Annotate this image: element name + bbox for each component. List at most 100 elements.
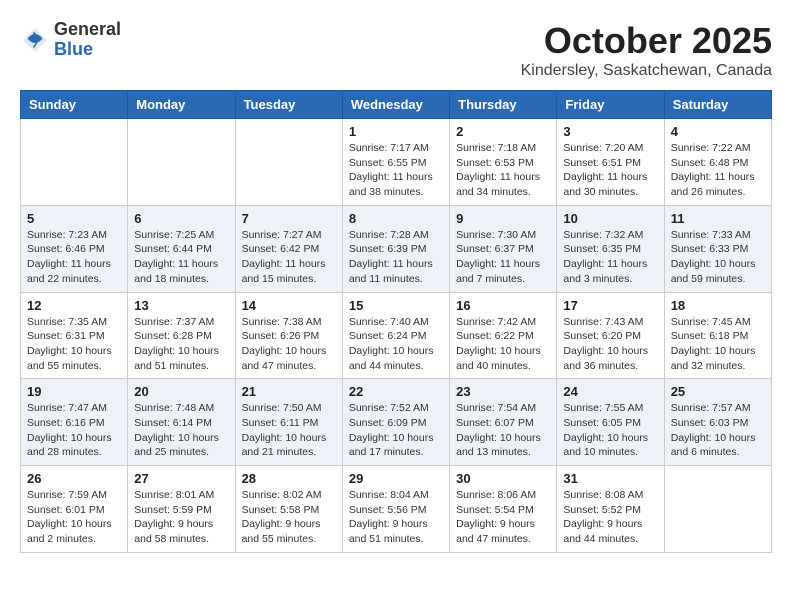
- day-info: Sunrise: 7:17 AM Sunset: 6:55 PM Dayligh…: [349, 141, 443, 200]
- logo-blue: Blue: [54, 40, 121, 60]
- day-number: 12: [27, 298, 121, 313]
- calendar-cell: [21, 119, 128, 206]
- day-info: Sunrise: 7:37 AM Sunset: 6:28 PM Dayligh…: [134, 315, 228, 374]
- calendar-cell: 23Sunrise: 7:54 AM Sunset: 6:07 PM Dayli…: [450, 379, 557, 466]
- day-number: 27: [134, 471, 228, 486]
- calendar-cell: 13 Sunrise: 7:37 AM Sunset: 6:28 PM Dayli…: [128, 292, 235, 379]
- day-number: 7: [242, 211, 336, 226]
- day-info: Sunrise: 7:27 AM Sunset: 6:42 PM Dayligh…: [242, 228, 336, 287]
- day-number: 20: [134, 384, 228, 399]
- calendar-cell: 18Sunrise: 7:45 AM Sunset: 6:18 PM Dayli…: [664, 292, 771, 379]
- calendar-table: SundayMondayTuesdayWednesdayThursdayFrid…: [20, 90, 772, 553]
- day-info: Sunrise: 7:43 AM Sunset: 6:20 PM Dayligh…: [563, 315, 657, 374]
- day-number: 3: [563, 124, 657, 139]
- calendar-cell: 21Sunrise: 7:50 AM Sunset: 6:11 PM Dayli…: [235, 379, 342, 466]
- calendar-cell: 26 Sunrise: 7:59 AM Sunset: 6:01 PM Dayli…: [21, 466, 128, 553]
- weekday-header: Friday: [557, 91, 664, 119]
- calendar-cell: 4Sunrise: 7:22 AM Sunset: 6:48 PM Daylig…: [664, 119, 771, 206]
- calendar-location: Kindersley, Saskatchewan, Canada: [521, 62, 772, 80]
- calendar-cell: 17 Sunrise: 7:43 AM Sunset: 6:20 PM Dayli…: [557, 292, 664, 379]
- logo-icon: [20, 25, 50, 55]
- day-number: 9: [456, 211, 550, 226]
- day-number: 16: [456, 298, 550, 313]
- calendar-cell: [664, 466, 771, 553]
- day-info: Sunrise: 8:04 AM Sunset: 5:56 PM Dayligh…: [349, 488, 443, 547]
- day-info: Sunrise: 7:33 AM Sunset: 6:33 PM Dayligh…: [671, 228, 765, 287]
- calendar-cell: 3 Sunrise: 7:20 AM Sunset: 6:51 PM Daylig…: [557, 119, 664, 206]
- day-number: 29: [349, 471, 443, 486]
- day-info: Sunrise: 8:08 AM Sunset: 5:52 PM Dayligh…: [563, 488, 657, 547]
- day-number: 14: [242, 298, 336, 313]
- day-number: 21: [242, 384, 336, 399]
- day-number: 17: [563, 298, 657, 313]
- day-number: 13: [134, 298, 228, 313]
- calendar-cell: 14 Sunrise: 7:38 AM Sunset: 6:26 PM Dayli…: [235, 292, 342, 379]
- day-info: Sunrise: 8:06 AM Sunset: 5:54 PM Dayligh…: [456, 488, 550, 547]
- day-number: 4: [671, 124, 765, 139]
- day-info: Sunrise: 7:20 AM Sunset: 6:51 PM Dayligh…: [563, 141, 657, 200]
- weekday-header: Monday: [128, 91, 235, 119]
- calendar-cell: 20 Sunrise: 7:48 AM Sunset: 6:14 PM Dayli…: [128, 379, 235, 466]
- calendar-week-row: 19 Sunrise: 7:47 AM Sunset: 6:16 PM Dayli…: [21, 379, 772, 466]
- day-number: 28: [242, 471, 336, 486]
- day-info: Sunrise: 7:47 AM Sunset: 6:16 PM Dayligh…: [27, 401, 121, 460]
- calendar-cell: 30 Sunrise: 8:06 AM Sunset: 5:54 PM Dayli…: [450, 466, 557, 553]
- calendar-cell: [235, 119, 342, 206]
- day-info: Sunrise: 7:18 AM Sunset: 6:53 PM Dayligh…: [456, 141, 550, 200]
- day-number: 24: [563, 384, 657, 399]
- calendar-cell: 2 Sunrise: 7:18 AM Sunset: 6:53 PM Daylig…: [450, 119, 557, 206]
- day-number: 26: [27, 471, 121, 486]
- day-number: 8: [349, 211, 443, 226]
- calendar-week-row: 26 Sunrise: 7:59 AM Sunset: 6:01 PM Dayli…: [21, 466, 772, 553]
- calendar-cell: 1 Sunrise: 7:17 AM Sunset: 6:55 PM Daylig…: [342, 119, 449, 206]
- calendar-cell: 31 Sunrise: 8:08 AM Sunset: 5:52 PM Dayli…: [557, 466, 664, 553]
- calendar-cell: 10Sunrise: 7:32 AM Sunset: 6:35 PM Dayli…: [557, 205, 664, 292]
- day-info: Sunrise: 7:25 AM Sunset: 6:44 PM Dayligh…: [134, 228, 228, 287]
- day-number: 5: [27, 211, 121, 226]
- day-info: Sunrise: 7:30 AM Sunset: 6:37 PM Dayligh…: [456, 228, 550, 287]
- day-info: Sunrise: 7:59 AM Sunset: 6:01 PM Dayligh…: [27, 488, 121, 547]
- day-info: Sunrise: 7:48 AM Sunset: 6:14 PM Dayligh…: [134, 401, 228, 460]
- calendar-cell: 16Sunrise: 7:42 AM Sunset: 6:22 PM Dayli…: [450, 292, 557, 379]
- calendar-header-row: SundayMondayTuesdayWednesdayThursdayFrid…: [21, 91, 772, 119]
- day-number: 23: [456, 384, 550, 399]
- day-info: Sunrise: 7:57 AM Sunset: 6:03 PM Dayligh…: [671, 401, 765, 460]
- calendar-cell: [128, 119, 235, 206]
- day-info: Sunrise: 7:32 AM Sunset: 6:35 PM Dayligh…: [563, 228, 657, 287]
- calendar-cell: 19 Sunrise: 7:47 AM Sunset: 6:16 PM Dayli…: [21, 379, 128, 466]
- calendar-cell: 6Sunrise: 7:25 AM Sunset: 6:44 PM Daylig…: [128, 205, 235, 292]
- calendar-week-row: 12 Sunrise: 7:35 AM Sunset: 6:31 PM Dayli…: [21, 292, 772, 379]
- calendar-cell: 28 Sunrise: 8:02 AM Sunset: 5:58 PM Dayli…: [235, 466, 342, 553]
- title-block: October 2025 Kindersley, Saskatchewan, C…: [521, 20, 772, 80]
- day-info: Sunrise: 7:38 AM Sunset: 6:26 PM Dayligh…: [242, 315, 336, 374]
- weekday-header: Saturday: [664, 91, 771, 119]
- calendar-week-row: 1 Sunrise: 7:17 AM Sunset: 6:55 PM Daylig…: [21, 119, 772, 206]
- day-info: Sunrise: 7:55 AM Sunset: 6:05 PM Dayligh…: [563, 401, 657, 460]
- day-number: 31: [563, 471, 657, 486]
- day-info: Sunrise: 7:28 AM Sunset: 6:39 PM Dayligh…: [349, 228, 443, 287]
- day-info: Sunrise: 7:35 AM Sunset: 6:31 PM Dayligh…: [27, 315, 121, 374]
- calendar-cell: 15Sunrise: 7:40 AM Sunset: 6:24 PM Dayli…: [342, 292, 449, 379]
- calendar-cell: 27 Sunrise: 8:01 AM Sunset: 5:59 PM Dayli…: [128, 466, 235, 553]
- calendar-cell: 25 Sunrise: 7:57 AM Sunset: 6:03 PM Dayli…: [664, 379, 771, 466]
- page-header: General Blue October 2025 Kindersley, Sa…: [20, 20, 772, 80]
- calendar-cell: 11Sunrise: 7:33 AM Sunset: 6:33 PM Dayli…: [664, 205, 771, 292]
- weekday-header: Wednesday: [342, 91, 449, 119]
- day-number: 19: [27, 384, 121, 399]
- day-number: 1: [349, 124, 443, 139]
- weekday-header: Sunday: [21, 91, 128, 119]
- calendar-cell: 7 Sunrise: 7:27 AM Sunset: 6:42 PM Daylig…: [235, 205, 342, 292]
- day-info: Sunrise: 7:52 AM Sunset: 6:09 PM Dayligh…: [349, 401, 443, 460]
- logo-general: General: [54, 20, 121, 40]
- day-number: 25: [671, 384, 765, 399]
- day-info: Sunrise: 8:01 AM Sunset: 5:59 PM Dayligh…: [134, 488, 228, 547]
- calendar-cell: 8 Sunrise: 7:28 AM Sunset: 6:39 PM Daylig…: [342, 205, 449, 292]
- day-number: 18: [671, 298, 765, 313]
- day-info: Sunrise: 8:02 AM Sunset: 5:58 PM Dayligh…: [242, 488, 336, 547]
- day-number: 30: [456, 471, 550, 486]
- calendar-cell: 24 Sunrise: 7:55 AM Sunset: 6:05 PM Dayli…: [557, 379, 664, 466]
- day-info: Sunrise: 7:23 AM Sunset: 6:46 PM Dayligh…: [27, 228, 121, 287]
- day-number: 2: [456, 124, 550, 139]
- calendar-cell: 12 Sunrise: 7:35 AM Sunset: 6:31 PM Dayli…: [21, 292, 128, 379]
- calendar-cell: 22Sunrise: 7:52 AM Sunset: 6:09 PM Dayli…: [342, 379, 449, 466]
